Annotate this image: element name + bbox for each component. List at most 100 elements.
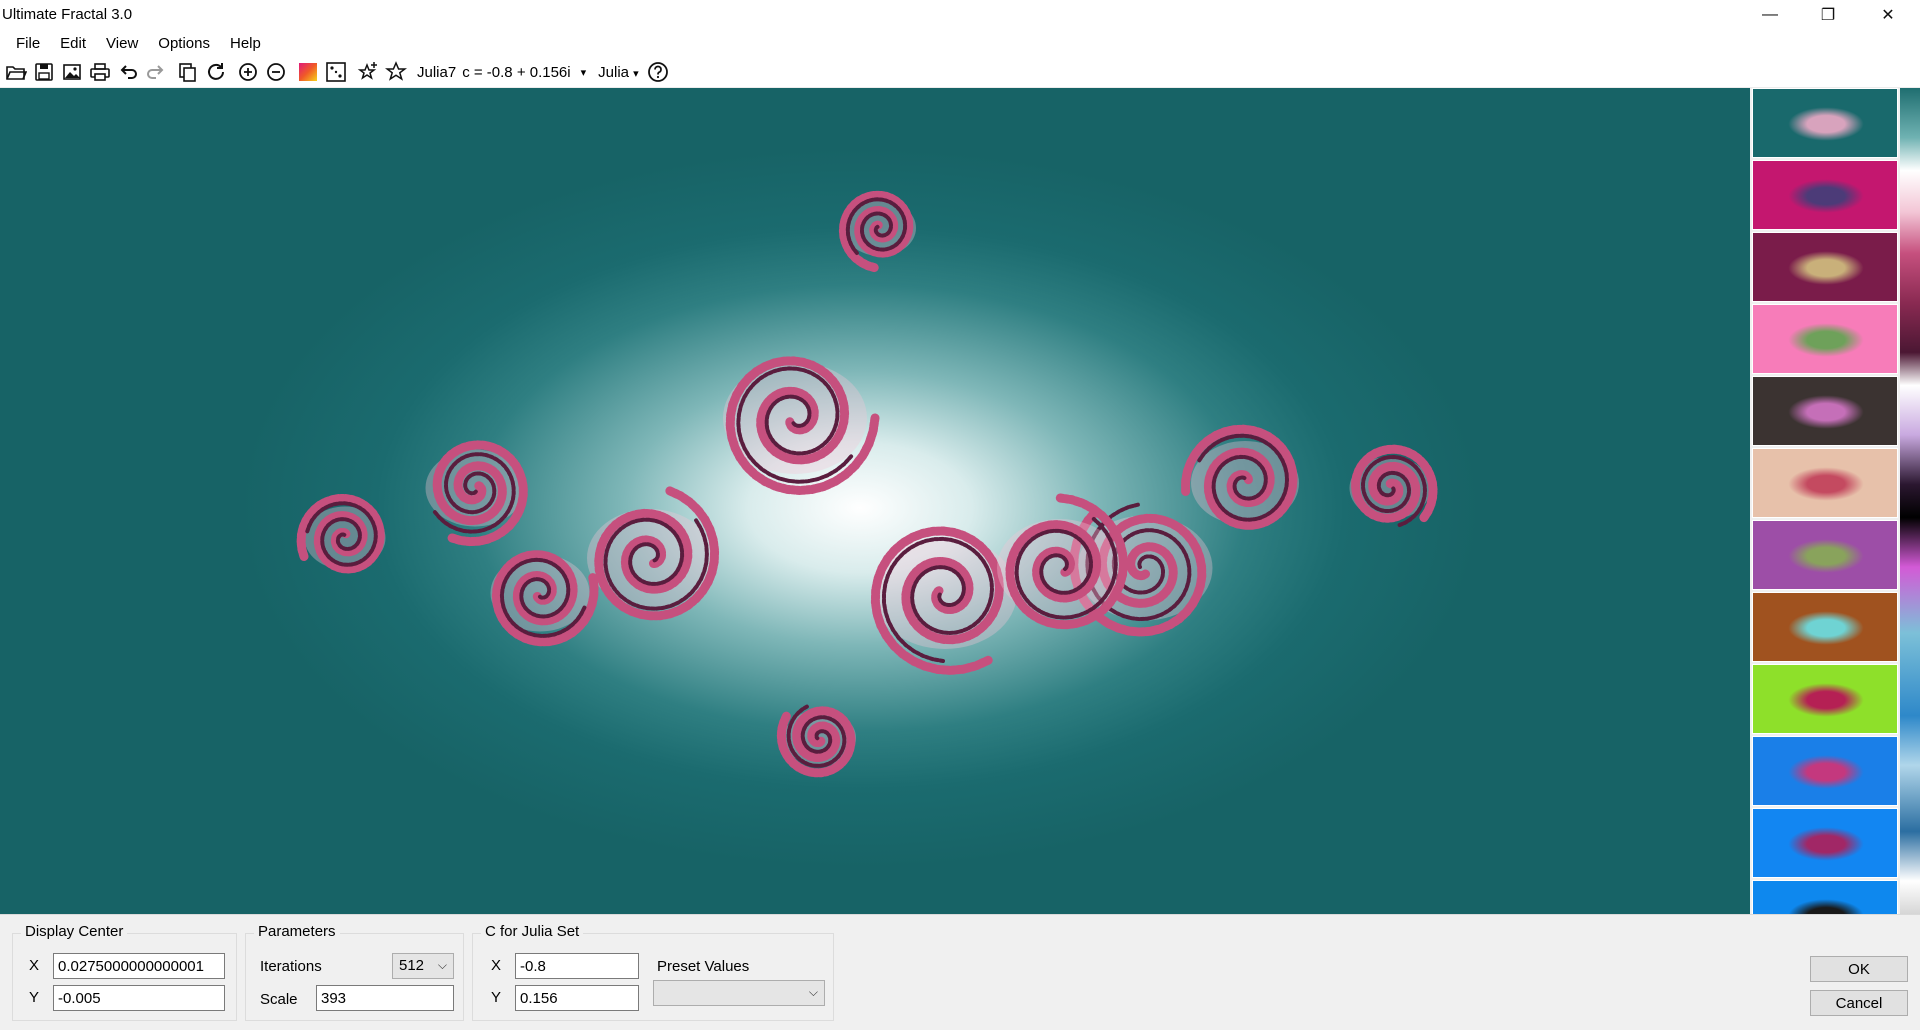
palette-thumbnail[interactable] [1752,880,1898,914]
palette-thumbnail[interactable] [1752,808,1898,878]
random-button[interactable] [323,59,349,85]
minimize-button[interactable]: — [1742,0,1798,30]
c-y-label: Y [491,989,502,1006]
parameters-group: Parameters Iterations 512 ⌵ Scale [245,923,464,1021]
palette-thumbnail[interactable] [1752,232,1898,302]
restore-icon: ❐ [1820,7,1836,24]
fractal-name: Julia7 [417,63,457,81]
fractal-formula: c = -0.8 + 0.156i [462,63,571,81]
center-x-field[interactable] [53,953,225,979]
palette-thumbnail[interactable] [1752,520,1898,590]
palette-thumbnail[interactable] [1752,448,1898,518]
palette-thumbnail[interactable] [1752,304,1898,374]
preset-values-select[interactable]: ⌵ [653,980,825,1006]
color-palette-strip[interactable] [1900,88,1920,914]
favorite-button[interactable] [383,59,409,85]
center-y-label: Y [29,989,40,1006]
save-icon [35,63,53,81]
julia-fractal [296,190,1438,778]
iterations-select[interactable]: 512 ⌵ [392,953,454,979]
close-icon: ✕ [1881,7,1895,24]
thumbnail-preview [1788,611,1864,645]
print-button[interactable] [87,59,113,85]
c-x-label: X [491,957,502,974]
palette-thumbnail[interactable] [1752,664,1898,734]
thumbnail-preview [1788,899,1864,914]
c-x-field[interactable] [515,953,639,979]
scale-field[interactable] [316,985,454,1011]
thumbnail-preview [1788,467,1864,501]
zoom-in-button[interactable] [235,59,261,85]
fractal-family-label: Julia [598,63,629,81]
redo-button[interactable] [143,59,169,85]
palette-thumbnails[interactable] [1750,88,1900,914]
color-palette-icon [299,63,317,81]
thumbnail-preview [1788,683,1864,717]
thumbnail-preview [1788,395,1864,429]
iterations-label: Iterations [260,958,322,975]
display-center-group: Display Center X Y [12,923,237,1021]
open-button[interactable] [3,59,29,85]
menu-bar: File Edit View Options Help [0,30,1920,57]
cancel-button[interactable]: Cancel [1810,990,1908,1016]
close-button[interactable]: ✕ [1860,0,1916,30]
palette-thumbnail[interactable] [1752,592,1898,662]
menu-edit[interactable]: Edit [50,30,96,57]
menu-file[interactable]: File [6,30,50,57]
add-favorite-icon [357,62,377,80]
palette-thumbnail[interactable] [1752,88,1898,158]
c-y-field[interactable] [515,985,639,1011]
open-icon [6,66,27,80]
undo-icon [120,65,137,79]
parameters-title: Parameters [254,923,340,940]
thumbnail-preview [1788,539,1864,573]
thumbnail-preview [1788,251,1864,285]
fractal-canvas[interactable] [0,88,1750,914]
zoom-out-icon [267,63,285,81]
print-icon [90,63,110,81]
menu-options[interactable]: Options [148,30,220,57]
iterations-value: 512 [399,957,425,974]
random-icon [326,62,346,82]
thumbnail-preview [1788,179,1864,213]
julia-c-title: C for Julia Set [481,923,584,940]
zoom-out-button[interactable] [263,59,289,85]
palette-thumbnail[interactable] [1752,736,1898,806]
palette-thumbnail[interactable] [1752,160,1898,230]
thumbnail-preview [1788,755,1864,789]
scale-label: Scale [260,991,298,1008]
save-button[interactable] [31,59,57,85]
center-y-field[interactable] [53,985,225,1011]
chevron-down-icon: ⌵ [437,958,447,972]
julia-c-group: C for Julia Set X Y Preset Values ⌵ [472,923,834,1021]
menu-help[interactable]: Help [220,30,271,57]
fractal-family-dropdown[interactable]: Julia ▾ [598,64,639,81]
add-favorite-button[interactable] [355,59,381,85]
image-icon [63,64,81,80]
center-x-label: X [29,957,40,974]
ok-button[interactable]: OK [1810,956,1908,982]
thumbnail-preview [1788,107,1864,141]
palette-thumbnail[interactable] [1752,376,1898,446]
export-image-button[interactable] [59,59,85,85]
help-button[interactable] [645,59,671,85]
redo-icon [147,65,164,79]
copy-icon [179,63,196,82]
title-bar: Ultimate Fractal 3.0 — ❐ ✕ [0,0,1920,30]
undo-button[interactable] [115,59,141,85]
menu-view[interactable]: View [96,30,148,57]
help-icon [647,62,668,82]
restore-button[interactable]: ❐ [1800,0,1856,30]
refresh-icon [208,63,224,80]
refresh-button[interactable] [203,59,229,85]
formula-dropdown[interactable]: ▾ [581,66,587,79]
window-title: Ultimate Fractal 3.0 [2,6,133,23]
zoom-in-icon [239,63,257,81]
copy-button[interactable] [175,59,201,85]
chevron-down-icon: ▾ [633,67,639,80]
color-palette-button[interactable] [295,59,321,85]
preset-values-label: Preset Values [657,958,750,975]
parameter-panel: Display Center X Y Parameters Iterations… [0,914,1920,1030]
display-center-title: Display Center [21,923,128,940]
thumbnail-preview [1788,827,1864,861]
